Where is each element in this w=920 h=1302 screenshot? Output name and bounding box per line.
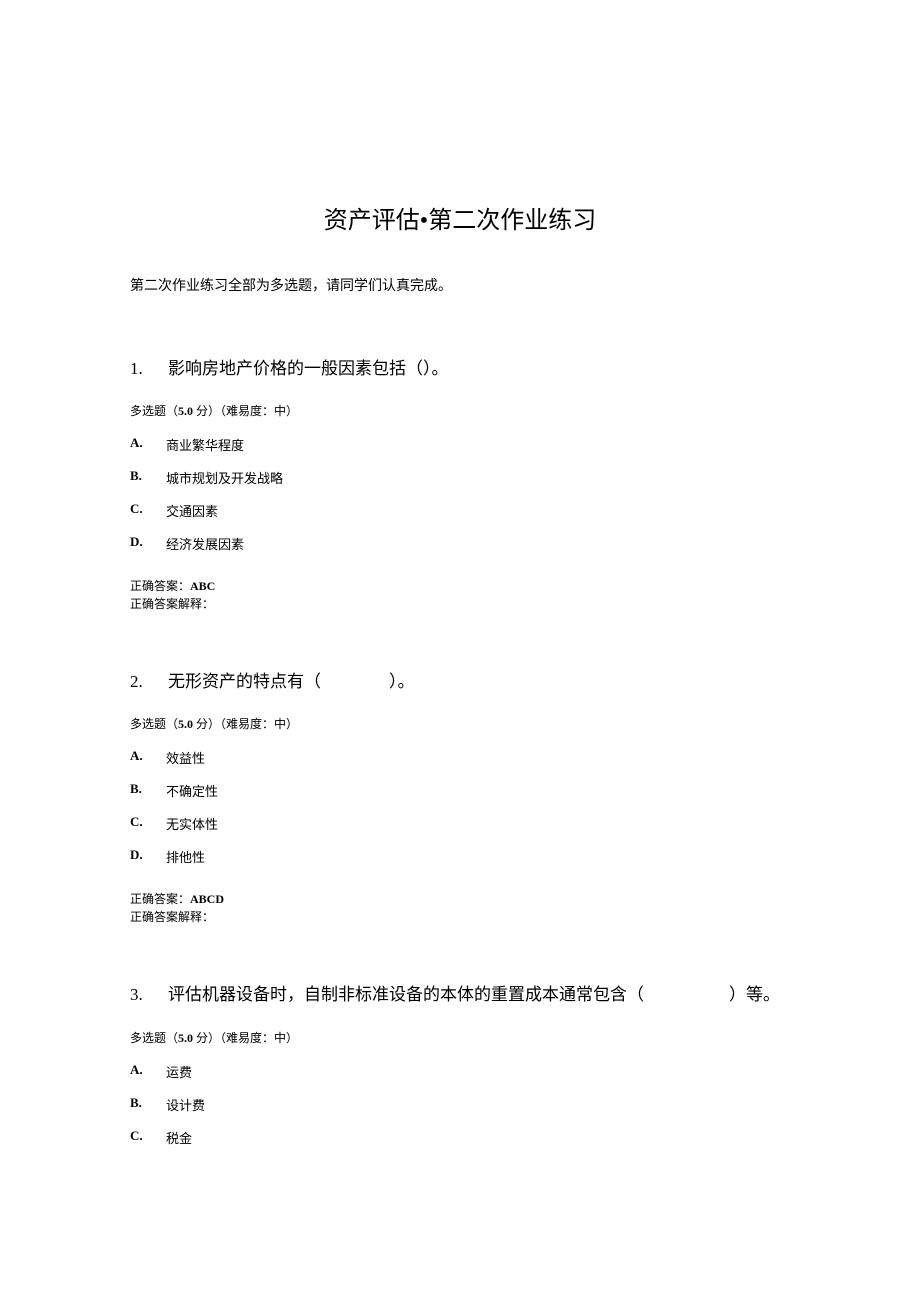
question-heading: 2.无形资产的特点有（ ）。 xyxy=(130,668,790,695)
option-label: A. xyxy=(130,435,166,454)
meta-points: 5.0 xyxy=(178,717,193,731)
explain-prefix: 正确答案解释： xyxy=(130,910,214,924)
answer-prefix: 正确答案： xyxy=(130,579,190,593)
option-label: B. xyxy=(130,468,166,487)
page-title: 资产评估•第二次作业练习 xyxy=(130,200,790,235)
answer-block: 正确答案：ABCD 正确答案解释： xyxy=(130,890,790,926)
answer-value: ABCD xyxy=(190,892,224,906)
option-text: 运费 xyxy=(166,1062,790,1081)
option-label: A. xyxy=(130,748,166,767)
option-row: C.税金 xyxy=(130,1128,790,1147)
option-label: C. xyxy=(130,814,166,833)
meta-prefix: 多选题（ xyxy=(130,717,178,731)
meta-suffix: 分）（难易度：中） xyxy=(193,1031,298,1045)
option-label: C. xyxy=(130,1128,166,1147)
option-text: 交通因素 xyxy=(166,501,790,520)
question-text: 无形资产的特点有（ ）。 xyxy=(168,672,415,691)
meta-suffix: 分）（难易度：中） xyxy=(193,717,298,731)
intro-text: 第二次作业练习全部为多选题，请同学们认真完成。 xyxy=(130,275,790,295)
question-number: 3. xyxy=(130,981,168,1008)
question-number: 1. xyxy=(130,355,168,382)
meta-points: 5.0 xyxy=(178,404,193,418)
question-block: 3.评估机器设备时，自制非标准设备的本体的重置成本通常包含（ ）等。 多选题（5… xyxy=(130,981,790,1146)
option-label: B. xyxy=(130,781,166,800)
option-row: D.经济发展因素 xyxy=(130,534,790,553)
option-row: B.不确定性 xyxy=(130,781,790,800)
question-text: 影响房地产价格的一般因素包括（）。 xyxy=(168,359,449,378)
option-label: B. xyxy=(130,1095,166,1114)
question-meta: 多选题（5.0 分）（难易度：中） xyxy=(130,1029,790,1046)
answer-value: ABC xyxy=(190,579,215,593)
option-row: A.运费 xyxy=(130,1062,790,1081)
option-text: 经济发展因素 xyxy=(166,534,790,553)
option-label: D. xyxy=(130,847,166,866)
question-meta: 多选题（5.0 分）（难易度：中） xyxy=(130,715,790,732)
option-text: 无实体性 xyxy=(166,814,790,833)
answer-block: 正确答案：ABC 正确答案解释： xyxy=(130,577,790,613)
document-page: 资产评估•第二次作业练习 第二次作业练习全部为多选题，请同学们认真完成。 1.影… xyxy=(0,0,920,1302)
option-text: 税金 xyxy=(166,1128,790,1147)
question-block: 1.影响房地产价格的一般因素包括（）。 多选题（5.0 分）（难易度：中） A.… xyxy=(130,355,790,613)
answer-prefix: 正确答案： xyxy=(130,892,190,906)
option-row: B.城市规划及开发战略 xyxy=(130,468,790,487)
option-row: B.设计费 xyxy=(130,1095,790,1114)
question-number: 2. xyxy=(130,668,168,695)
question-text: 评估机器设备时，自制非标准设备的本体的重置成本通常包含（ ）等。 xyxy=(168,985,780,1004)
meta-prefix: 多选题（ xyxy=(130,1031,178,1045)
question-meta: 多选题（5.0 分）（难易度：中） xyxy=(130,402,790,419)
option-text: 商业繁华程度 xyxy=(166,435,790,454)
option-text: 设计费 xyxy=(166,1095,790,1114)
question-heading: 1.影响房地产价格的一般因素包括（）。 xyxy=(130,355,790,382)
option-label: C. xyxy=(130,501,166,520)
option-label: A. xyxy=(130,1062,166,1081)
option-text: 城市规划及开发战略 xyxy=(166,468,790,487)
option-row: C.无实体性 xyxy=(130,814,790,833)
option-row: D.排他性 xyxy=(130,847,790,866)
option-text: 排他性 xyxy=(166,847,790,866)
question-block: 2.无形资产的特点有（ ）。 多选题（5.0 分）（难易度：中） A.效益性 B… xyxy=(130,668,790,926)
question-heading: 3.评估机器设备时，自制非标准设备的本体的重置成本通常包含（ ）等。 xyxy=(130,981,790,1008)
explain-prefix: 正确答案解释： xyxy=(130,597,214,611)
option-row: C.交通因素 xyxy=(130,501,790,520)
meta-prefix: 多选题（ xyxy=(130,404,178,418)
option-text: 效益性 xyxy=(166,748,790,767)
meta-suffix: 分）（难易度：中） xyxy=(193,404,298,418)
option-label: D. xyxy=(130,534,166,553)
option-row: A.商业繁华程度 xyxy=(130,435,790,454)
option-row: A.效益性 xyxy=(130,748,790,767)
meta-points: 5.0 xyxy=(178,1031,193,1045)
option-text: 不确定性 xyxy=(166,781,790,800)
